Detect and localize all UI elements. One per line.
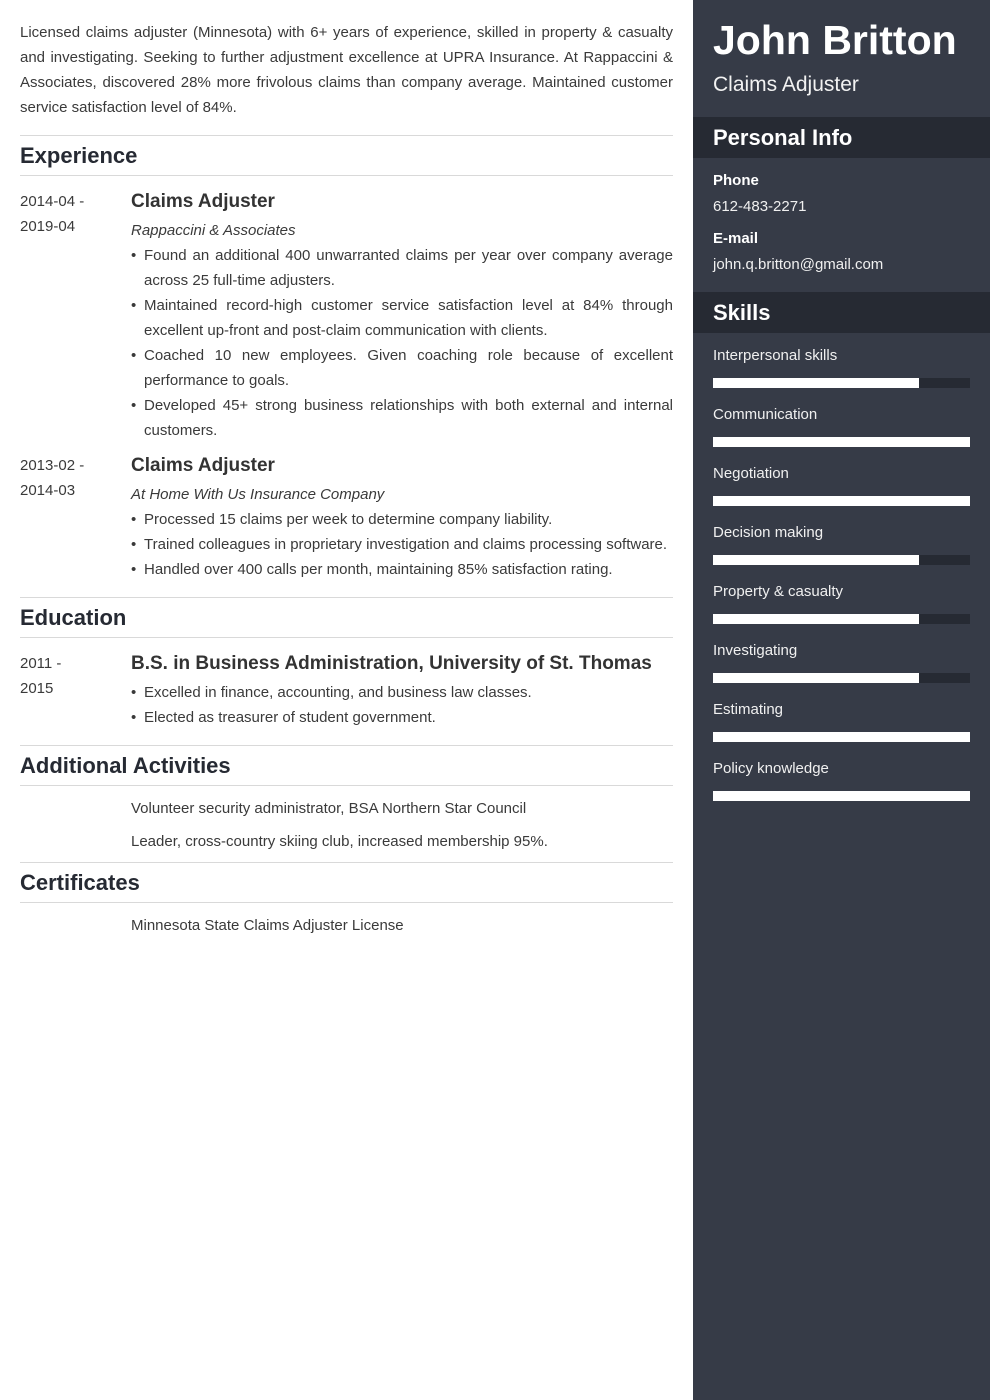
skill-level-bar [713, 555, 970, 565]
skill-item: Estimating [713, 701, 970, 760]
bullet-item: Excelled in finance, accounting, and bus… [131, 680, 673, 705]
skills-list: Interpersonal skills Communication Negotia… [693, 333, 990, 819]
skills-header: Skills [693, 292, 990, 333]
date-end: 2014-03 [20, 482, 76, 499]
skill-level-bar [713, 437, 970, 447]
skill-name: Estimating [713, 701, 784, 718]
skill-item: Property & casualty [713, 583, 970, 642]
skill-name: Property & casualty [713, 583, 844, 600]
skill-level-fill [713, 496, 970, 506]
skill-level-fill [713, 791, 970, 801]
main-column: Licensed claims adjuster (Minnesota) wit… [0, 0, 693, 1400]
experience-entry: 2013-02 - 2014-03 Claims Adjuster At Hom… [20, 453, 673, 582]
education-date: 2011 - 2015 [20, 651, 131, 730]
activities-section-header: Additional Activities [20, 745, 673, 786]
experience-section-header: Experience [20, 135, 673, 176]
certificates-list: Minnesota State Claims Adjuster License [20, 913, 673, 938]
candidate-role: Claims Adjuster [713, 73, 859, 96]
job-title: Claims Adjuster [131, 455, 275, 476]
date-end: 2019-04 [20, 218, 76, 235]
bullet-list: Found an additional 400 unwarranted clai… [131, 243, 673, 443]
skill-item: Investigating [713, 642, 970, 701]
activities-list: Volunteer security administrator, BSA No… [20, 796, 673, 854]
skill-name: Interpersonal skills [713, 347, 838, 364]
bullet-item: Maintained record-high customer service … [131, 293, 673, 343]
skills-heading: Skills [713, 300, 771, 325]
skill-item: Communication [713, 406, 970, 465]
bullet-item: Trained colleagues in proprietary invest… [131, 532, 673, 557]
experience-date: 2013-02 - 2014-03 [20, 453, 131, 582]
company-name: Rappaccini & Associates [131, 222, 296, 239]
skill-item: Interpersonal skills [713, 347, 970, 406]
sidebar-header: John Britton Claims Adjuster [693, 0, 990, 117]
skill-level-bar [713, 614, 970, 624]
date-end: 2015 [20, 680, 54, 697]
skill-name: Policy knowledge [713, 760, 829, 777]
skill-name: Investigating [713, 642, 798, 659]
skill-level-bar [713, 496, 970, 506]
skill-level-bar [713, 732, 970, 742]
skill-level-bar [713, 673, 970, 683]
activities-heading: Additional Activities [20, 753, 231, 778]
activity-item: Volunteer security administrator, BSA No… [131, 800, 527, 817]
date-start: 2011 - [20, 655, 62, 672]
education-heading: Education [20, 605, 127, 630]
education-entry: 2011 - 2015 B.S. in Business Administrat… [20, 651, 673, 730]
skill-level-bar [713, 791, 970, 801]
degree-title: B.S. in Business Administration, Univers… [131, 653, 652, 674]
job-title: Claims Adjuster [131, 191, 275, 212]
date-start: 2014-04 - [20, 193, 85, 210]
personal-info-header: Personal Info [693, 117, 990, 158]
skill-level-fill [713, 555, 919, 565]
experience-heading: Experience [20, 143, 138, 168]
bullet-item: Handled over 400 calls per month, mainta… [131, 557, 673, 582]
skill-name: Communication [713, 406, 818, 423]
skill-level-fill [713, 437, 970, 447]
summary-paragraph: Licensed claims adjuster (Minnesota) wit… [20, 24, 673, 116]
personal-info-heading: Personal Info [713, 125, 853, 150]
skill-level-fill [713, 732, 970, 742]
bullet-item: Coached 10 new employees. Given coaching… [131, 343, 673, 393]
email-label: E-mail [713, 230, 759, 247]
sidebar: John Britton Claims Adjuster Personal In… [693, 0, 990, 1400]
experience-entry: 2014-04 - 2019-04 Claims Adjuster Rappac… [20, 189, 673, 443]
bullet-list: Excelled in finance, accounting, and bus… [131, 680, 673, 730]
skill-level-fill [713, 378, 919, 388]
email-value: john.q.britton@gmail.com [713, 256, 884, 273]
bullet-item: Found an additional 400 unwarranted clai… [131, 243, 673, 293]
activity-item: Leader, cross-country skiing club, incre… [131, 833, 548, 850]
bullet-list: Processed 15 claims per week to determin… [131, 507, 673, 582]
skill-item: Decision making [713, 524, 970, 583]
bullet-item: Processed 15 claims per week to determin… [131, 507, 673, 532]
skill-level-fill [713, 614, 919, 624]
skill-item: Negotiation [713, 465, 970, 524]
certificate-item: Minnesota State Claims Adjuster License [131, 917, 404, 934]
candidate-name: John Britton [713, 17, 957, 63]
phone-value: 612-483-2271 [713, 198, 807, 215]
bullet-item: Elected as treasurer of student governme… [131, 705, 673, 730]
personal-info: Phone 612-483-2271 E-mail john.q.britton… [693, 158, 990, 292]
skill-level-bar [713, 378, 970, 388]
skill-name: Negotiation [713, 465, 789, 482]
bullet-item: Developed 45+ strong business relationsh… [131, 393, 673, 443]
education-section-header: Education [20, 597, 673, 638]
skill-name: Decision making [713, 524, 824, 541]
certificates-heading: Certificates [20, 870, 140, 895]
skill-level-fill [713, 673, 919, 683]
experience-date: 2014-04 - 2019-04 [20, 189, 131, 443]
phone-label: Phone [713, 172, 759, 189]
company-name: At Home With Us Insurance Company [131, 486, 385, 503]
skill-item: Policy knowledge [713, 760, 970, 819]
certificates-section-header: Certificates [20, 862, 673, 903]
date-start: 2013-02 - [20, 457, 85, 474]
